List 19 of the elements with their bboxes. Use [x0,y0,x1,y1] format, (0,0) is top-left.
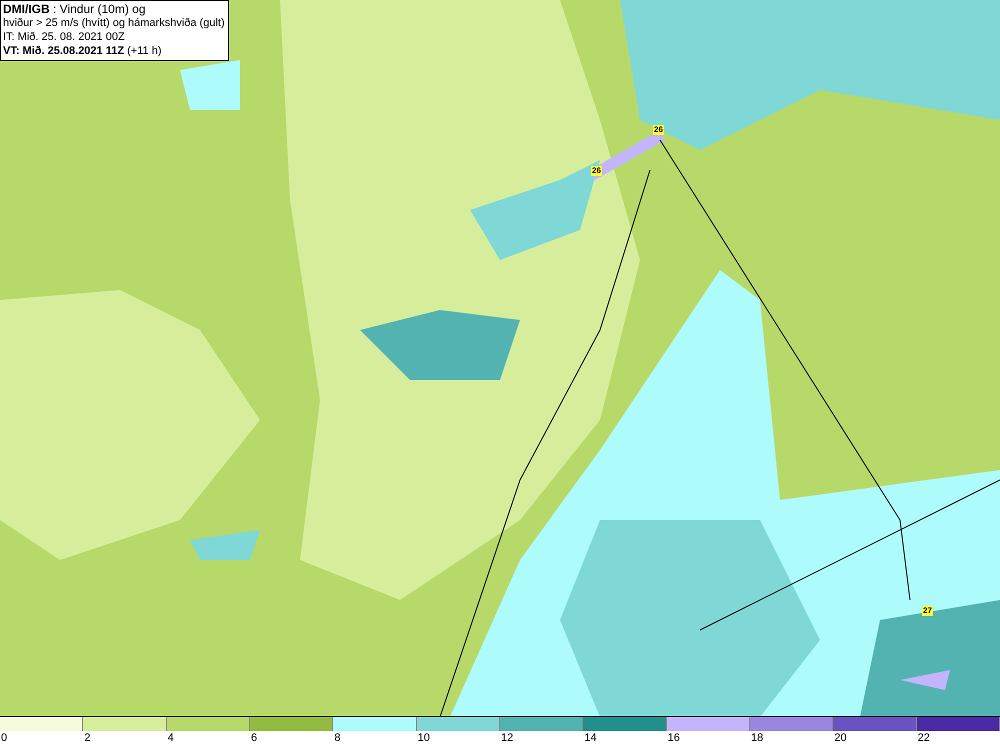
gust-label: 26 [591,166,602,176]
legend-tick-label: 4 [166,731,174,746]
gust-label: 26 [653,125,664,135]
legend-tick-label: 6 [250,731,258,746]
legend-tick-label: 20 [833,731,847,746]
legend-tick-label: 0 [0,731,8,746]
legend-tick-label: 12 [500,731,514,746]
legend-tick-label: 18 [750,731,764,746]
info-line: IT: Mið. 25. 08. 2021 00Z [3,30,126,44]
legend-tick-label: 14 [583,731,597,746]
info-line: DMI/IGB : Vindur (10m) og [3,2,146,16]
legend-tick-label: 10 [416,731,430,746]
legend-tick-label: 16 [666,731,680,746]
gust-label: 27 [922,606,933,616]
info-line: hviður > 25 m/s (hvítt) og hámarkshviða (gult) [3,16,225,30]
info-line: VT: Mið. 25.08.2021 11Z (+11 h) [3,44,162,58]
legend-tick-label: 8 [333,731,340,746]
legend-tick-label: 22 [916,731,930,746]
legend-tick-label: 2 [83,731,90,746]
